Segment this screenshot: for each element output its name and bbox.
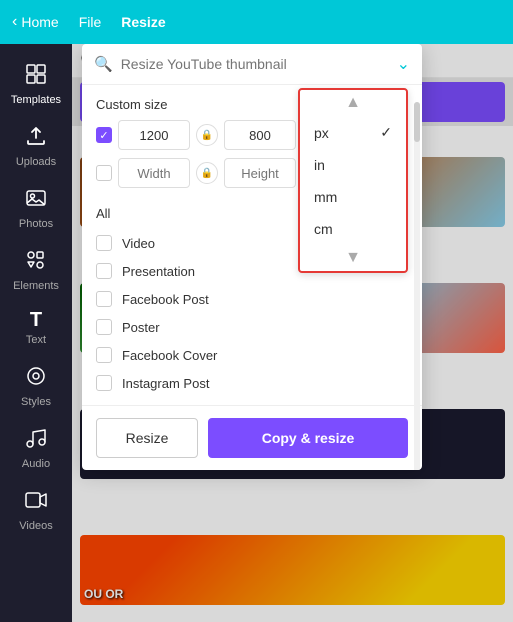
sidebar-label-uploads: Uploads [16, 156, 56, 168]
uploads-icon [24, 124, 48, 152]
copy-resize-button[interactable]: Copy & resize [208, 418, 408, 458]
photos-icon [24, 186, 48, 214]
modal-scroll-thumb[interactable] [414, 102, 420, 142]
sidebar: Templates Uploads Photos [0, 44, 72, 622]
cat-checkbox-instagram-post[interactable] [96, 375, 112, 391]
resize-modal: 🔍 ⌄ Custom size ✓ 🔒 [82, 44, 422, 470]
sidebar-item-photos[interactable]: Photos [0, 176, 72, 238]
unit-option-cm[interactable]: cm [300, 213, 406, 245]
modal-overlay: 🔍 ⌄ Custom size ✓ 🔒 [72, 44, 513, 622]
sidebar-item-videos[interactable]: Videos [0, 478, 72, 540]
category-poster[interactable]: Poster [96, 313, 408, 341]
sidebar-item-styles[interactable]: Styles [0, 354, 72, 416]
sidebar-label-photos: Photos [19, 218, 53, 230]
sidebar-item-elements[interactable]: Elements [0, 238, 72, 300]
unit-px-label: px [314, 125, 329, 141]
width-input[interactable] [118, 120, 190, 150]
unit-in-label: in [314, 157, 325, 173]
top-nav: ‹ Home File Resize [0, 0, 513, 44]
nav-home-button[interactable]: ‹ Home [12, 13, 59, 31]
modal-search-icon: 🔍 [94, 55, 113, 73]
resize-button[interactable]: Resize [96, 418, 198, 458]
unit-mm-label: mm [314, 189, 337, 205]
category-facebook-post-label: Facebook Post [122, 292, 209, 307]
unit-dropdown: ▲ px ✓ in mm cm [298, 88, 408, 273]
unit-check-icon: ✓ [380, 124, 392, 141]
main-layout: Templates Uploads Photos [0, 44, 513, 622]
modal-search-bar: 🔍 ⌄ [82, 44, 422, 85]
audio-icon [24, 426, 48, 454]
unit-option-in[interactable]: in [300, 149, 406, 181]
sidebar-label-videos: Videos [19, 520, 52, 532]
nav-resize-button[interactable]: Resize [121, 14, 165, 30]
cat-checkbox-presentation[interactable] [96, 263, 112, 279]
sidebar-item-audio[interactable]: Audio [0, 416, 72, 478]
category-facebook-cover-label: Facebook Cover [122, 348, 217, 363]
canvas-area: 🔍 Search Images AlgerBuild... e OU OR [72, 44, 513, 622]
chevron-left-icon: ‹ [12, 13, 17, 31]
sidebar-label-styles: Styles [21, 396, 51, 408]
nav-home-label: Home [21, 14, 58, 30]
modal-scrollbar[interactable] [414, 102, 420, 470]
nav-file-button[interactable]: File [79, 14, 102, 30]
sidebar-item-text[interactable]: T Text [0, 300, 72, 354]
sidebar-label-elements: Elements [13, 280, 59, 292]
sidebar-label-audio: Audio [22, 458, 50, 470]
category-facebook-cover[interactable]: Facebook Cover [96, 341, 408, 369]
lock-icon-2[interactable]: 🔒 [196, 162, 218, 184]
category-presentation-label: Presentation [122, 264, 195, 279]
height-input[interactable] [224, 120, 296, 150]
category-facebook-post[interactable]: Facebook Post [96, 285, 408, 313]
unit-option-mm[interactable]: mm [300, 181, 406, 213]
category-instagram-post[interactable]: Instagram Post [96, 369, 408, 397]
cat-checkbox-facebook-post[interactable] [96, 291, 112, 307]
styles-icon [24, 364, 48, 392]
modal-search-arrow-icon[interactable]: ⌄ [397, 54, 410, 74]
category-instagram-post-label: Instagram Post [122, 376, 209, 391]
category-poster-label: Poster [122, 320, 160, 335]
cat-checkbox-poster[interactable] [96, 319, 112, 335]
lock-icon[interactable]: 🔒 [196, 124, 218, 146]
modal-search-input[interactable] [121, 56, 389, 72]
templates-icon [24, 62, 48, 90]
unit-option-px[interactable]: px ✓ [300, 116, 406, 149]
dropdown-scroll-up[interactable]: ▲ [300, 90, 406, 116]
unit-cm-label: cm [314, 221, 333, 237]
custom-size-section: Custom size ✓ 🔒 ▲ px ✓ [82, 85, 422, 188]
height-placeholder-input[interactable] [224, 158, 296, 188]
elements-icon [24, 248, 48, 276]
sidebar-item-templates[interactable]: Templates [0, 52, 72, 114]
modal-footer: Resize Copy & resize [82, 405, 422, 470]
videos-icon [24, 488, 48, 516]
sidebar-label-templates: Templates [11, 94, 61, 106]
sidebar-item-uploads[interactable]: Uploads [0, 114, 72, 176]
category-video-label: Video [122, 236, 155, 251]
size-checkbox-checked[interactable]: ✓ [96, 127, 112, 143]
cat-checkbox-facebook-cover[interactable] [96, 347, 112, 363]
cat-checkbox-video[interactable] [96, 235, 112, 251]
dropdown-scroll-down[interactable]: ▼ [300, 245, 406, 271]
size-checkbox-empty[interactable] [96, 165, 112, 181]
sidebar-label-text: Text [26, 334, 46, 346]
text-icon: T [30, 310, 42, 330]
width-placeholder-input[interactable] [118, 158, 190, 188]
